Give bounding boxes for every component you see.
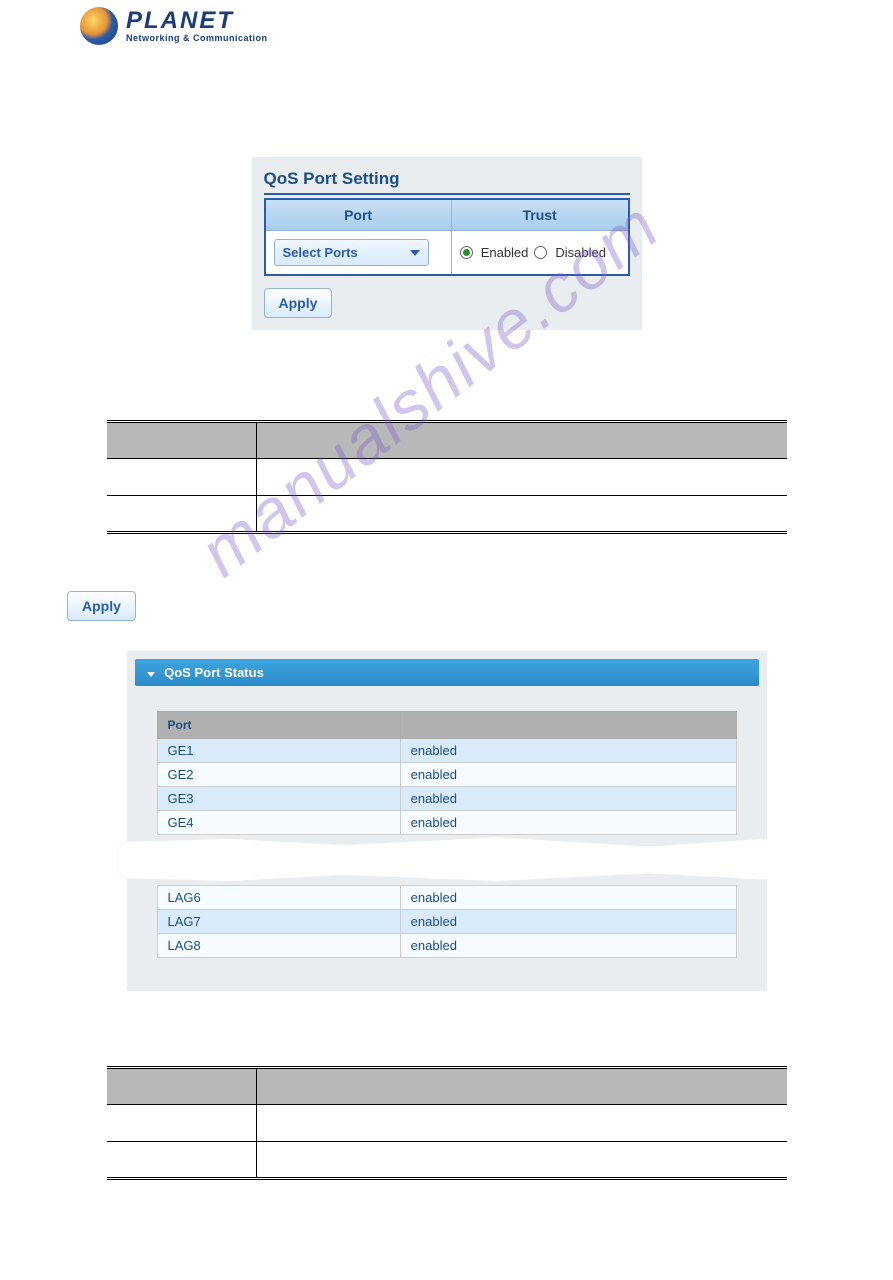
status-table-continued: LAG6enabled LAG7enabled LAG8enabled [157,885,737,958]
status-header[interactable]: QoS Port Status [135,659,759,686]
chevron-down-icon [147,672,155,677]
desc-row [107,459,787,496]
qos-port-setting-panel: QoS Port Setting Port Trust Select Ports… [252,157,642,330]
select-ports-label: Select Ports [283,245,358,260]
desc-row [107,1142,787,1179]
logo: PLANET Networking & Communication [0,0,893,52]
trust-cell: enabled [400,763,736,787]
description-table-2 [107,1066,787,1180]
port-cell: GE1 [157,739,400,763]
qos-port-status-panel: QoS Port Status Port GE1enabled GE2enabl… [127,651,767,991]
logo-text: PLANET Networking & Communication [126,9,268,43]
trust-cell: enabled [400,811,736,835]
port-cell: LAG7 [157,910,400,934]
port-setting-table: Port Trust Select Ports Enabled Disabled [264,198,630,276]
disabled-radio[interactable] [534,246,547,259]
port-cell: GE4 [157,811,400,835]
torn-paper-gap [157,835,737,885]
port-cell: LAG6 [157,886,400,910]
table-row: GE4enabled [157,811,736,835]
table-row: GE3enabled [157,787,736,811]
table-row: GE1enabled [157,739,736,763]
description-table-1 [107,420,787,534]
status-body: Port GE1enabled GE2enabled GE3enabled GE… [135,686,759,983]
port-cell: GE2 [157,763,400,787]
trust-radio-group: Enabled Disabled [460,245,620,260]
select-ports-dropdown[interactable]: Select Ports [274,239,429,266]
enabled-label: Enabled [481,245,529,260]
trust-cell: enabled [400,739,736,763]
trust-header: Trust [451,199,628,231]
chevron-down-icon [410,250,420,256]
table-row: LAG6enabled [157,886,736,910]
desc-table-header [107,1068,787,1105]
disabled-label: Disabled [555,245,606,260]
trust-cell: enabled [400,934,736,958]
logo-main-text: PLANET [126,9,268,33]
port-cell: LAG8 [157,934,400,958]
status-title: QoS Port Status [164,665,264,680]
status-table: Port GE1enabled GE2enabled GE3enabled GE… [157,711,737,835]
table-row: LAG8enabled [157,934,736,958]
status-port-header: Port [157,712,400,739]
table-row: LAG7enabled [157,910,736,934]
apply-button[interactable]: Apply [264,288,333,318]
desc-row [107,1105,787,1142]
desc-row [107,496,787,533]
trust-cell: enabled [400,886,736,910]
enabled-radio[interactable] [460,246,473,259]
desc-table-header [107,422,787,459]
trust-cell: enabled [400,910,736,934]
port-header: Port [265,199,452,231]
globe-icon [80,7,118,45]
table-row: GE2enabled [157,763,736,787]
trust-cell: enabled [400,787,736,811]
status-trust-header [400,712,736,739]
port-cell: GE3 [157,787,400,811]
apply-button-standalone[interactable]: Apply [67,591,136,621]
logo-subtitle: Networking & Communication [126,33,268,43]
qos-setting-title: QoS Port Setting [264,169,630,195]
